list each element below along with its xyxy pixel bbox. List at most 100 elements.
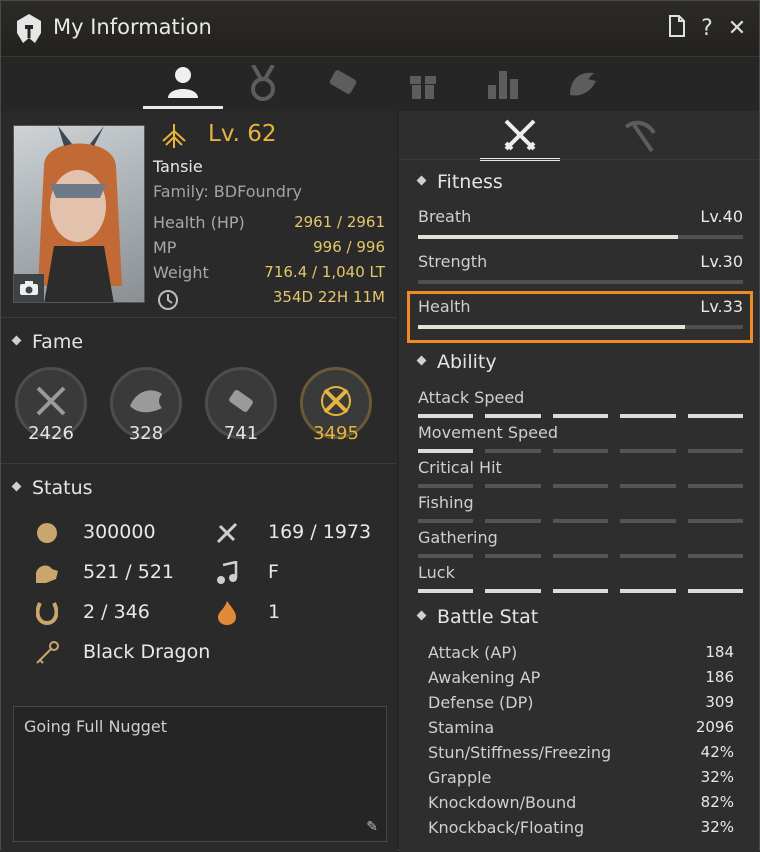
fitness-label: Strength bbox=[418, 252, 488, 271]
character-portrait[interactable] bbox=[13, 125, 145, 303]
music-note-icon bbox=[213, 559, 241, 587]
ability-segment bbox=[687, 414, 744, 418]
battle-stat-row: Grapple 32% bbox=[428, 768, 734, 787]
battle-stat-row: Stun/Stiffness/Freezing 42% bbox=[428, 743, 734, 762]
diamond-bullet-icon bbox=[11, 481, 22, 492]
battle-stat-label: Stun/Stiffness/Freezing bbox=[428, 743, 612, 762]
tab-life-stats[interactable] bbox=[599, 115, 679, 161]
tab-combat-stats[interactable] bbox=[480, 115, 560, 161]
battle-stat-row: Attack (AP) 184 bbox=[428, 643, 734, 662]
ability-level-bar bbox=[418, 414, 744, 418]
ability-segment bbox=[418, 484, 474, 488]
battle-stat-value: 2096 bbox=[695, 718, 734, 736]
stat-label: Health (HP) bbox=[153, 213, 245, 232]
fitness-progress-fill bbox=[418, 325, 685, 329]
ability-segment bbox=[620, 589, 676, 593]
battle-stat-label: Defense (DP) bbox=[428, 693, 534, 712]
ability-segment bbox=[485, 414, 541, 418]
status-value: 300000 bbox=[83, 521, 156, 543]
motto-box[interactable]: Going Full Nugget ✎ bbox=[13, 706, 387, 842]
battle-stat-value: 186 bbox=[705, 668, 734, 686]
camera-icon[interactable] bbox=[14, 274, 44, 302]
status-value: 2 / 346 bbox=[83, 601, 150, 623]
fame-value: 3495 bbox=[313, 423, 359, 444]
pet-icon bbox=[566, 67, 600, 103]
battle-stat-row: Stamina 2096 bbox=[428, 718, 734, 737]
status-value: 1 bbox=[268, 601, 281, 623]
battle-stat-value: 309 bbox=[705, 693, 734, 711]
status-value: 521 / 521 bbox=[83, 561, 175, 583]
profile-icon bbox=[165, 64, 201, 104]
level-icon bbox=[159, 123, 189, 153]
ability-label: Fishing bbox=[418, 493, 474, 512]
ability-segment bbox=[418, 554, 474, 558]
stat-value: 716.4 / 1,040 LT bbox=[264, 263, 385, 281]
page-icon[interactable] bbox=[665, 15, 689, 43]
status-heading-text: Status bbox=[32, 477, 93, 499]
ability-label: Luck bbox=[418, 563, 455, 582]
title-bar[interactable]: My Information ? ✕ bbox=[1, 1, 759, 57]
ability-segment bbox=[485, 519, 541, 523]
motto-text: Going Full Nugget bbox=[24, 717, 167, 736]
ability-segment bbox=[418, 449, 474, 453]
tab-gift[interactable] bbox=[383, 61, 463, 109]
ability-heading-text: Ability bbox=[437, 351, 497, 373]
tab-bar bbox=[1, 57, 759, 111]
battle-stat-heading: Battle Stat bbox=[416, 606, 538, 628]
ability-level-bar bbox=[418, 519, 744, 523]
status-value: Black Dragon bbox=[83, 641, 211, 663]
diamond-bullet-icon bbox=[416, 175, 427, 186]
ability-segment bbox=[687, 554, 744, 558]
fitness-level: Lv.33 bbox=[700, 297, 743, 316]
battle-stat-label: Attack (AP) bbox=[428, 643, 518, 662]
ability-segment bbox=[552, 449, 609, 453]
scroll-icon bbox=[325, 66, 361, 104]
character-name: Tansie bbox=[153, 157, 203, 176]
bar-chart-icon bbox=[486, 67, 520, 103]
right-panel: Fitness Breath Lv.40 Strength Lv.30 Heal… bbox=[399, 111, 759, 852]
help-icon[interactable]: ? bbox=[695, 15, 719, 43]
ability-level-bar bbox=[418, 484, 744, 488]
ability-segment bbox=[552, 589, 609, 593]
battle-stat-label: Knockdown/Bound bbox=[428, 793, 577, 812]
my-information-window: My Information ? ✕ Lv. 62 Tansie Family:… bbox=[0, 0, 760, 852]
diamond-bullet-icon bbox=[416, 355, 427, 366]
fame-value: 741 bbox=[223, 423, 259, 444]
ability-segment bbox=[687, 484, 744, 488]
tab-pet[interactable] bbox=[543, 61, 623, 109]
ability-segment bbox=[620, 554, 676, 558]
ability-segment bbox=[552, 554, 609, 558]
flame-icon bbox=[213, 599, 241, 627]
ability-segment bbox=[620, 484, 676, 488]
medal-icon bbox=[247, 64, 279, 105]
ability-level-bar bbox=[418, 554, 744, 558]
ability-segment bbox=[418, 414, 474, 418]
ability-level-bar bbox=[418, 589, 744, 593]
tab-scroll[interactable] bbox=[303, 61, 383, 109]
crossed-swords-gold-icon bbox=[317, 382, 355, 424]
ability-level-bar bbox=[418, 449, 744, 453]
pickaxe-icon bbox=[622, 119, 656, 157]
battle-stat-label: Knockback/Floating bbox=[428, 818, 585, 837]
fitness-level: Lv.30 bbox=[700, 252, 743, 271]
ability-segment bbox=[485, 449, 541, 453]
ability-segment bbox=[485, 484, 541, 488]
close-icon[interactable]: ✕ bbox=[725, 15, 749, 43]
tab-profile[interactable] bbox=[143, 61, 223, 109]
character-level: Lv. 62 bbox=[208, 121, 277, 147]
tab-ranking[interactable] bbox=[463, 61, 543, 109]
window-title: My Information bbox=[53, 15, 212, 39]
playtime-value: 354D 22H 11M bbox=[272, 288, 385, 306]
battle-stat-value: 184 bbox=[705, 643, 734, 661]
status-heading: Status bbox=[11, 477, 93, 499]
fitness-heading-text: Fitness bbox=[437, 171, 503, 193]
battle-stat-value: 32% bbox=[700, 768, 734, 786]
fitness-label: Breath bbox=[418, 207, 472, 226]
tab-medal[interactable] bbox=[223, 61, 303, 109]
battle-stat-row: Awakening AP 186 bbox=[428, 668, 734, 687]
crossed-swords-icon bbox=[34, 384, 68, 422]
ability-segment bbox=[620, 449, 676, 453]
ability-segment bbox=[418, 519, 474, 523]
stat-label: Weight bbox=[153, 263, 209, 282]
pencil-edit-icon[interactable]: ✎ bbox=[366, 819, 378, 835]
